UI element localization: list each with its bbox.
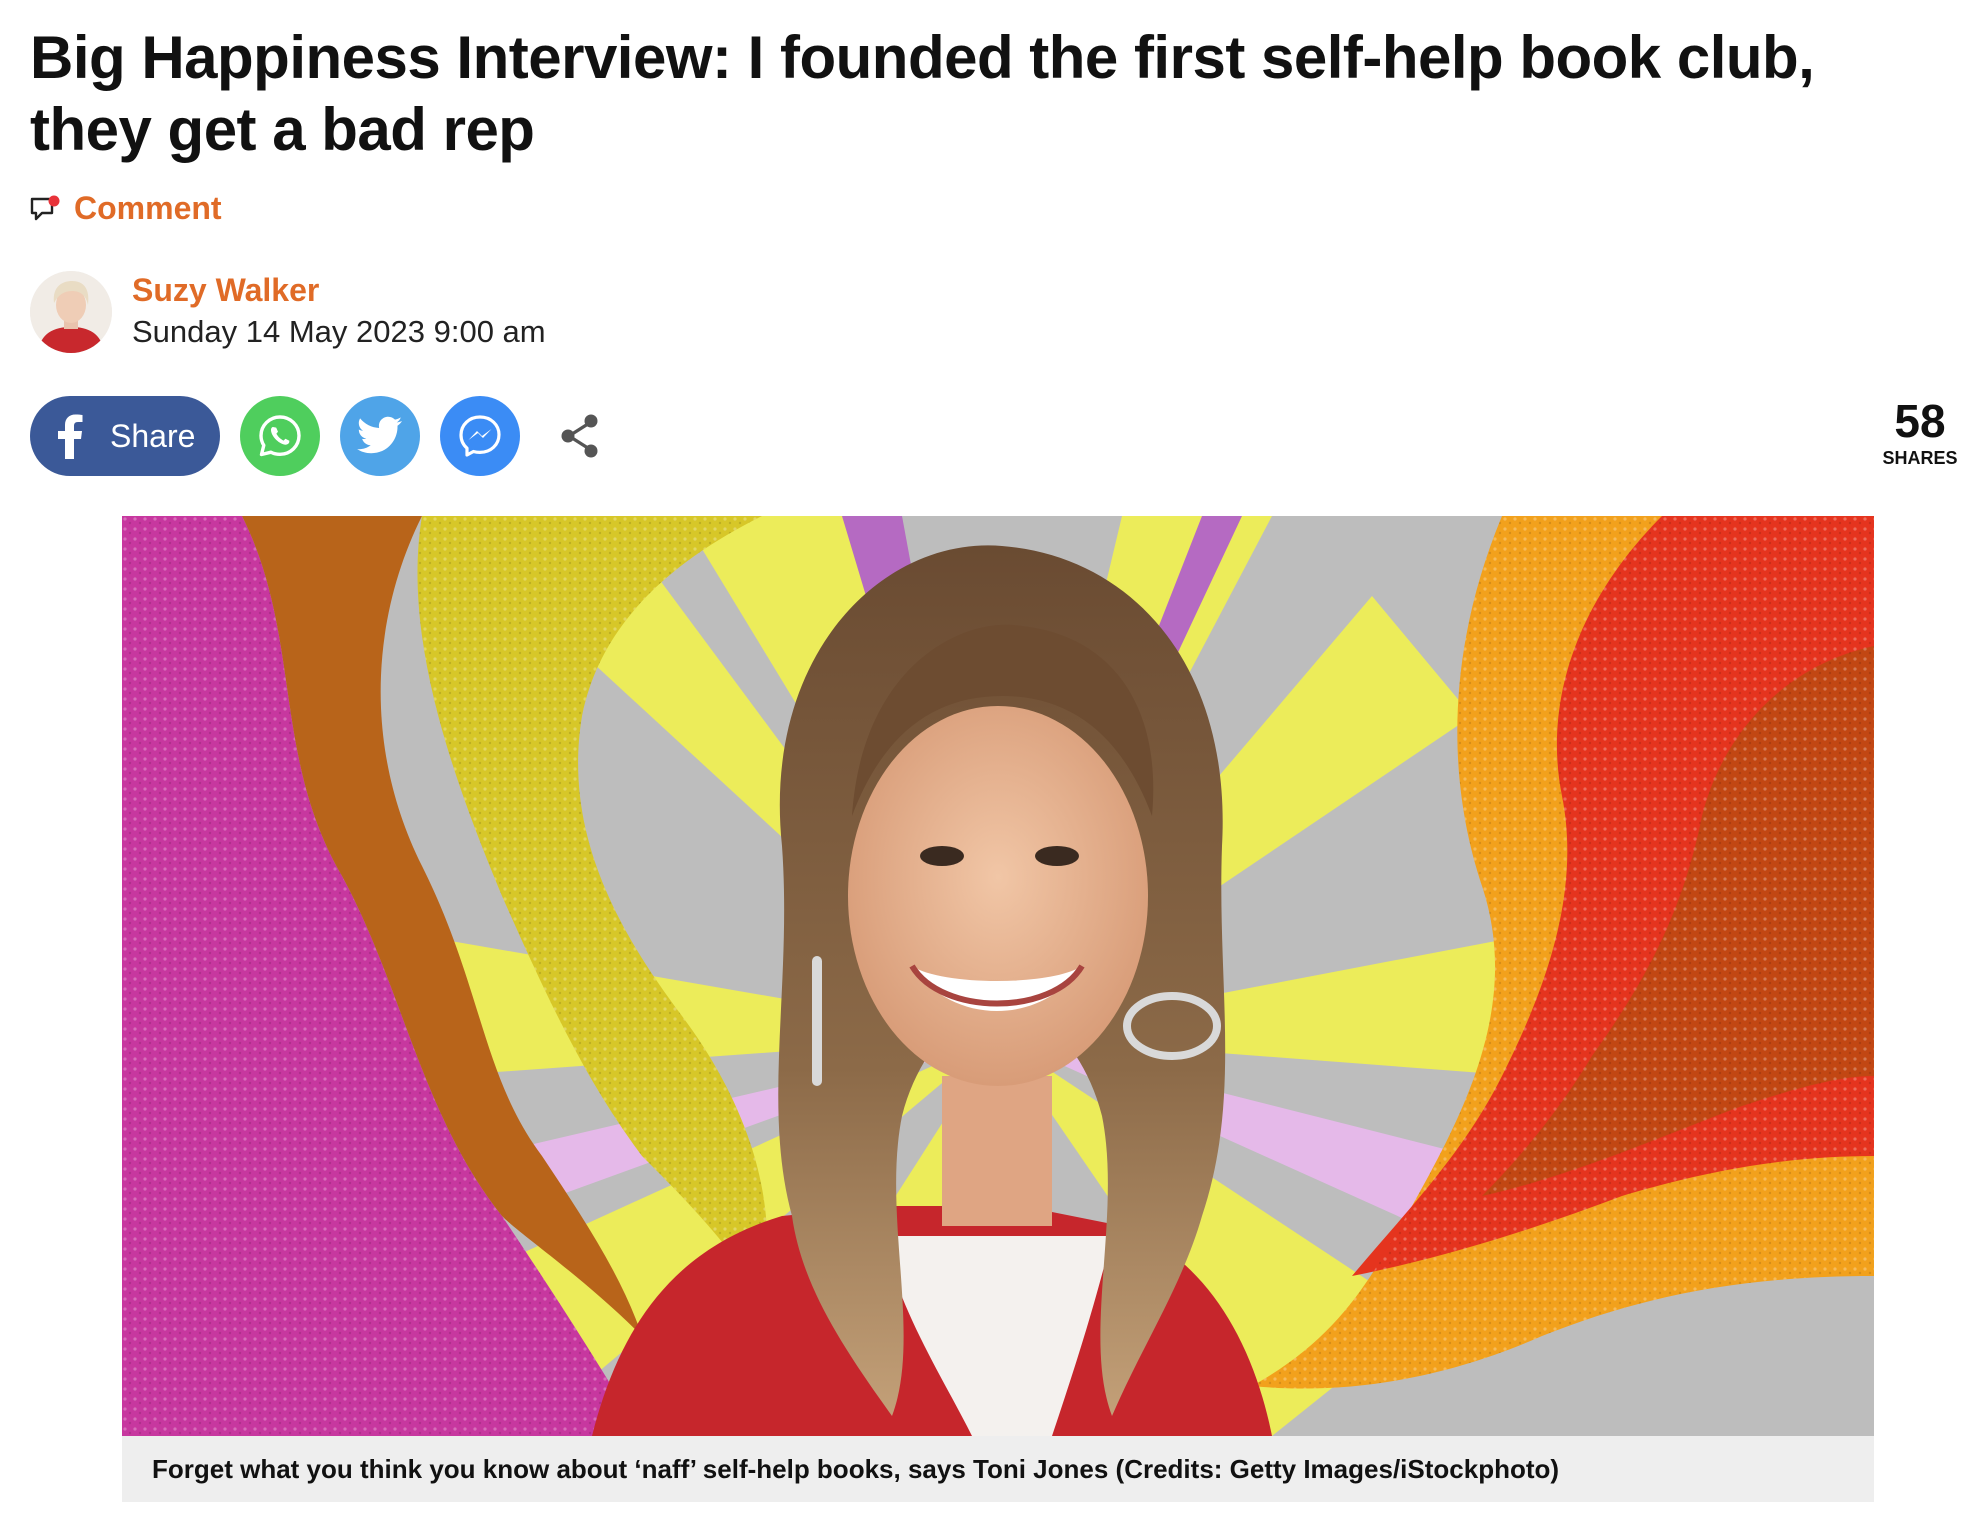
- whatsapp-share-button[interactable]: [240, 396, 320, 476]
- more-share-button[interactable]: [540, 396, 620, 476]
- comment-icon: [30, 195, 62, 223]
- facebook-share-label: Share: [110, 417, 196, 454]
- hero-image: [122, 516, 1874, 1436]
- hero-illustration: [122, 516, 1874, 1436]
- share-count-label: SHARES: [1882, 448, 1958, 468]
- share-bar: Share 58 SHARES: [30, 396, 1965, 478]
- author-avatar[interactable]: [30, 271, 112, 353]
- image-caption: Forget what you think you know about ‘na…: [122, 1436, 1874, 1502]
- whatsapp-icon: [259, 415, 301, 457]
- twitter-share-button[interactable]: [340, 396, 420, 476]
- share-icon: [561, 414, 598, 458]
- facebook-share-button[interactable]: Share: [30, 396, 220, 476]
- messenger-icon: [459, 415, 501, 457]
- byline: Suzy Walker Sunday 14 May 2023 9:00 am: [30, 270, 546, 354]
- twitter-icon: [357, 416, 402, 454]
- messenger-share-button[interactable]: [440, 396, 520, 476]
- author-name[interactable]: Suzy Walker: [132, 270, 546, 310]
- article-headline: Big Happiness Interview: I founded the f…: [30, 24, 1815, 163]
- publish-date: Sunday 14 May 2023 9:00 am: [132, 314, 546, 349]
- comment-label: Comment: [74, 190, 222, 226]
- share-count: 58 SHARES: [1875, 396, 1965, 470]
- comment-link[interactable]: Comment: [30, 190, 222, 227]
- facebook-icon: [58, 414, 83, 459]
- share-count-number: 58: [1894, 395, 1946, 447]
